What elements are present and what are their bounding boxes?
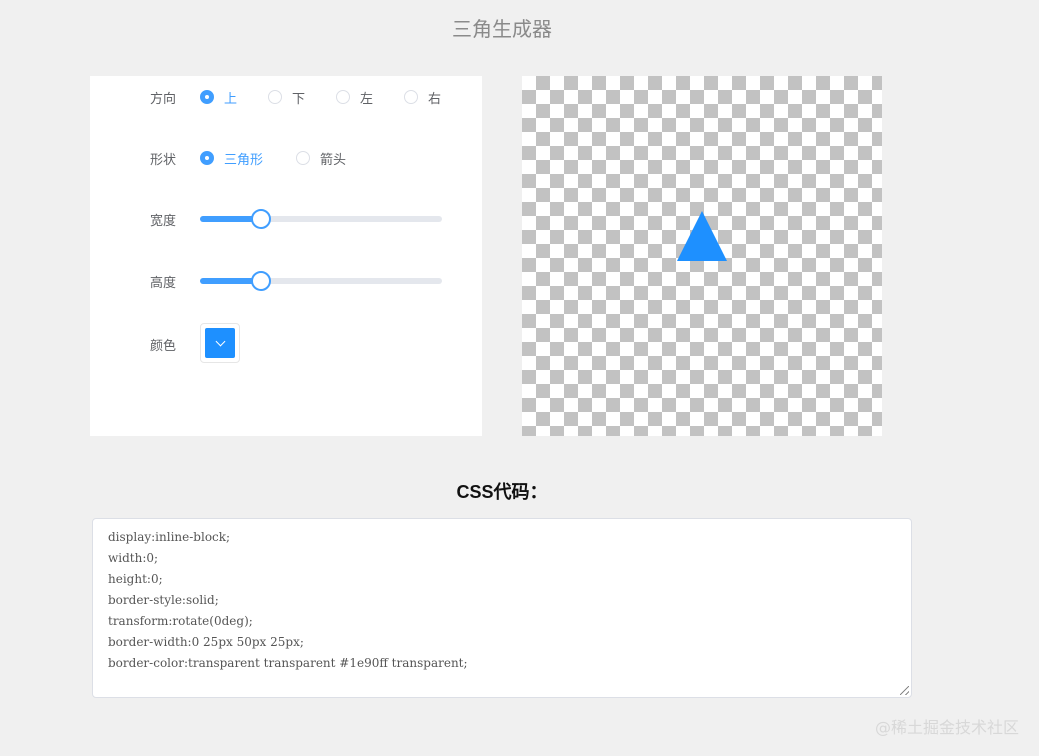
radio-dot	[336, 90, 350, 104]
direction-row: 方向 上 下 左 右	[90, 83, 482, 111]
watermark: @稀土掘金技术社区	[874, 718, 1019, 737]
code-line: border-color:transparent transparent #1e…	[108, 656, 468, 670]
width-row: 宽度	[90, 205, 482, 233]
radio-dot	[404, 90, 418, 104]
direction-left-radio[interactable]: 左	[336, 88, 373, 107]
radio-dot	[200, 90, 214, 104]
chevron-down-icon	[215, 336, 225, 346]
direction-label: 方向	[150, 91, 177, 107]
page: 三角生成器 方向 上 下 左 右 形状 三角形 箭头 宽度 高度 颜色 CSS代…	[0, 0, 1039, 756]
radio-label: 下	[292, 91, 306, 107]
radio-dot	[268, 90, 282, 104]
code-line: width:0;	[108, 551, 159, 565]
radio-label: 箭头	[320, 152, 347, 168]
radio-label: 上	[224, 91, 238, 107]
height-label: 高度	[150, 275, 177, 291]
slider-thumb[interactable]	[250, 271, 271, 291]
radio-dot	[296, 151, 310, 165]
slider-track[interactable]	[200, 278, 442, 284]
radio-dot	[200, 151, 214, 165]
color-row: 颜色	[90, 323, 482, 363]
page-title: 三角生成器	[452, 17, 552, 41]
height-row: 高度	[90, 267, 482, 295]
triangle-preview	[522, 76, 882, 436]
css-code-textarea[interactable]: display:inline-block; width:0; height:0;…	[92, 518, 912, 698]
direction-down-radio[interactable]: 下	[268, 88, 305, 107]
code-line: border-width:0 25px 50px 25px;	[108, 635, 304, 649]
color-label: 颜色	[150, 338, 177, 354]
shape-label: 形状	[150, 152, 177, 168]
width-label: 宽度	[150, 213, 177, 229]
width-slider[interactable]	[200, 209, 442, 229]
slider-track[interactable]	[200, 216, 442, 222]
code-line: transform:rotate(0deg);	[108, 614, 253, 628]
color-picker[interactable]	[200, 323, 240, 363]
shape-row: 形状 三角形 箭头	[90, 144, 482, 172]
css-code-heading: CSS代码：	[456, 482, 548, 502]
code-line: border-style:solid;	[108, 593, 219, 607]
triangle-shape	[677, 211, 727, 261]
color-swatch	[205, 328, 235, 358]
control-panel: 方向 上 下 左 右 形状 三角形 箭头 宽度 高度 颜色	[90, 76, 482, 436]
radio-label: 三角形	[224, 152, 264, 168]
code-line: display:inline-block;	[108, 530, 231, 544]
shape-triangle-radio[interactable]: 三角形	[200, 149, 263, 168]
code-line: height:0;	[108, 572, 163, 586]
resize-handle[interactable]	[900, 686, 909, 695]
direction-up-radio[interactable]: 上	[200, 88, 237, 107]
direction-right-radio[interactable]: 右	[404, 88, 441, 107]
height-slider[interactable]	[200, 271, 442, 291]
shape-arrow-radio[interactable]: 箭头	[296, 149, 346, 168]
radio-label: 左	[360, 91, 374, 107]
radio-label: 右	[428, 91, 442, 107]
slider-thumb[interactable]	[250, 209, 271, 229]
